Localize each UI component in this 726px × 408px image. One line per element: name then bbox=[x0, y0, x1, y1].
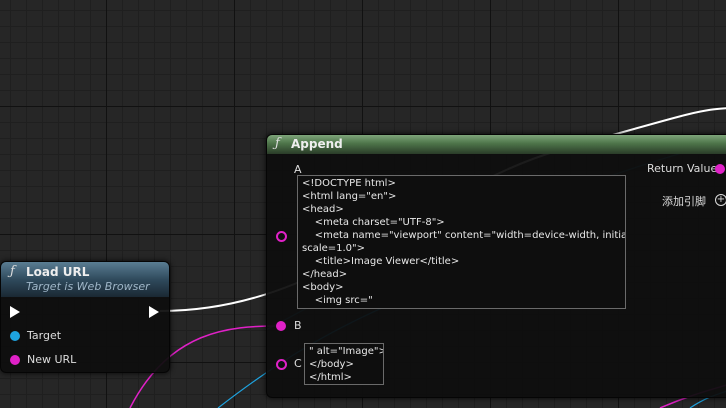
pin-c-input[interactable] bbox=[276, 359, 287, 370]
function-icon: ƒ bbox=[10, 264, 15, 279]
return-value-label: Return Value bbox=[647, 162, 718, 175]
target-label: Target bbox=[27, 329, 62, 342]
text-line: <meta charset="UTF-8"> bbox=[302, 217, 445, 228]
text-line: </body> bbox=[309, 359, 354, 370]
text-line: <!DOCTYPE html> bbox=[302, 178, 396, 189]
load-url-node-header[interactable]: ƒ Load URL Target is Web Browser bbox=[1, 262, 169, 297]
text-line: <head> bbox=[302, 204, 344, 215]
new-url-label: New URL bbox=[27, 353, 77, 366]
text-line: </html> bbox=[309, 372, 352, 383]
text-line: <img src=" bbox=[302, 295, 373, 306]
pin-b-input[interactable] bbox=[276, 321, 286, 331]
add-pin-icon[interactable]: + bbox=[715, 194, 726, 206]
append-node-title: Append bbox=[291, 137, 343, 151]
pin-a-text-input[interactable]: <!DOCTYPE html> <html lang="en"> <head> … bbox=[297, 175, 626, 309]
text-line: <body> bbox=[302, 282, 344, 293]
text-line: <meta name="viewport" content="width=dev… bbox=[302, 230, 626, 241]
text-line: " alt="Image"> bbox=[309, 346, 384, 357]
pin-a-input[interactable] bbox=[276, 231, 287, 242]
exec-input-pin[interactable] bbox=[10, 306, 20, 318]
text-line: </head> bbox=[302, 269, 348, 280]
pin-b-label: B bbox=[294, 319, 302, 332]
return-value-output[interactable] bbox=[715, 164, 725, 174]
function-icon: ƒ bbox=[275, 136, 280, 151]
pin-c-text-input[interactable]: " alt="Image"> </body> </html> bbox=[304, 343, 384, 385]
exec-output-pin[interactable] bbox=[149, 306, 159, 318]
append-node-header[interactable]: ƒ Append bbox=[267, 135, 726, 154]
target-input-pin[interactable] bbox=[10, 331, 20, 341]
text-line: <html lang="en"> bbox=[302, 191, 397, 202]
load-url-node-title: Load URL bbox=[26, 265, 90, 279]
text-line: <title>Image Viewer</title> bbox=[302, 256, 460, 267]
add-pin-label[interactable]: 添加引脚 bbox=[662, 193, 706, 209]
append-node[interactable]: ƒ Append A <!DOCTYPE html> <html lang="e… bbox=[266, 134, 726, 398]
text-line: scale=1.0"> bbox=[302, 243, 366, 254]
pin-c-label: C bbox=[294, 357, 302, 370]
load-url-node[interactable]: ƒ Load URL Target is Web Browser Target … bbox=[0, 261, 170, 373]
new-url-input-pin[interactable] bbox=[10, 355, 20, 365]
load-url-node-subtitle: Target is Web Browser bbox=[26, 280, 150, 293]
